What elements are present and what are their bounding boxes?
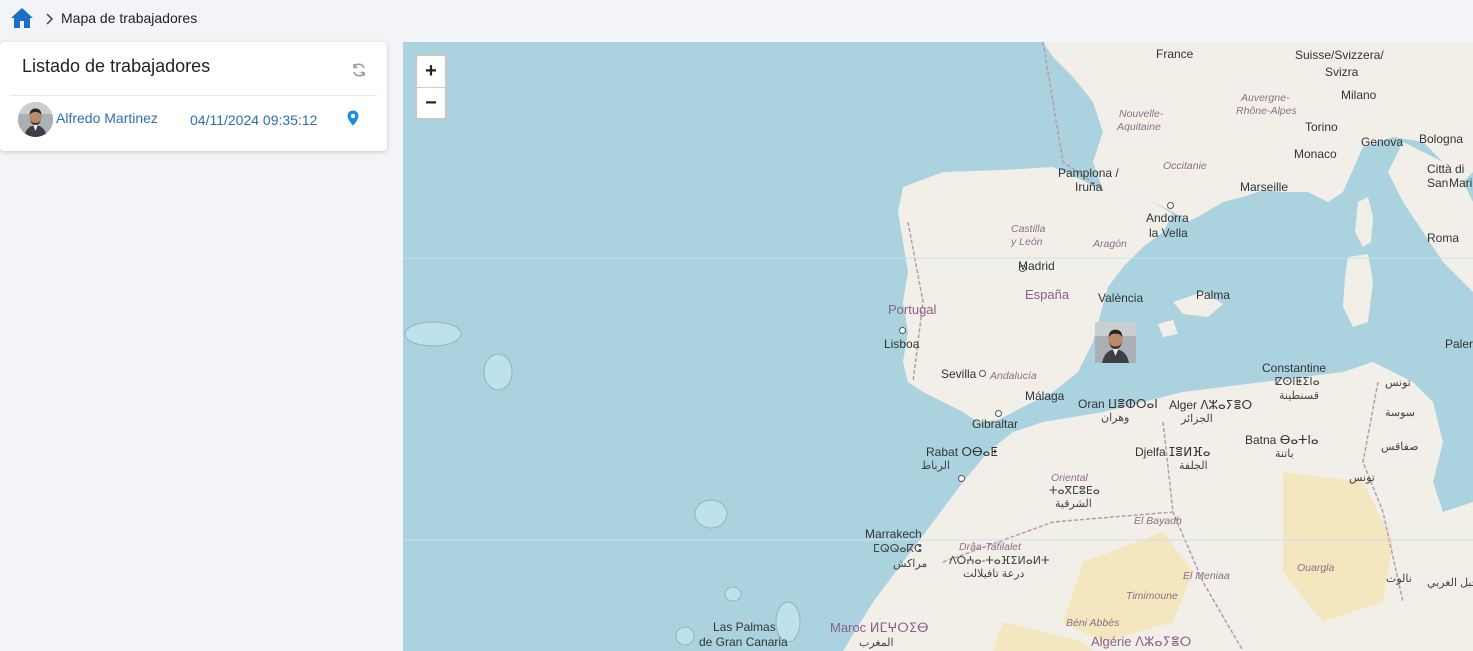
map-label: y León (1011, 236, 1043, 248)
map-label: قسنطينة (1279, 390, 1319, 402)
zoom-in-button[interactable]: + (417, 56, 445, 88)
map-label: San (1427, 176, 1449, 190)
map-label: Auvergne- (1241, 92, 1290, 104)
city-dot (899, 327, 906, 334)
map-label: Palerı (1445, 337, 1473, 351)
worker-name[interactable]: Alfredo Martinez (56, 110, 158, 126)
panel-title: Listado de trabajadores (22, 56, 211, 76)
city-dot (958, 475, 965, 482)
map-label: Oriental (1051, 472, 1088, 484)
map-label: Pamplona / (1058, 166, 1119, 180)
map-label: Palma (1196, 288, 1231, 302)
map-label: الجلفة (1179, 460, 1208, 472)
map-label: ⵜⴰⴳⵎⵓⴹⴰ (1049, 485, 1100, 497)
map-label: الرباط (921, 460, 951, 472)
map-label: Madrid (1018, 259, 1055, 273)
city-dot (995, 410, 1002, 417)
workers-map[interactable]: France Suisse/Svizzera/ Svizra Nouvelle-… (403, 42, 1473, 651)
map-label: El Bayadh (1134, 515, 1182, 527)
map-label: Monaco (1294, 147, 1337, 161)
map-label: Marrakech (865, 527, 922, 541)
map-label: Oran ⵡⴻⵀⵔⴰⵏ (1078, 397, 1158, 411)
list-item[interactable]: Alfredo Martinez 04/11/2024 09:35:12 (18, 102, 368, 138)
map-label: Marino (1449, 176, 1473, 190)
map-label: Rabat ⵔⴱⴰⵟ (926, 445, 998, 459)
map-label: Andalucía (990, 370, 1037, 382)
map-label: المغرب (859, 637, 894, 649)
avatar (18, 102, 53, 137)
city-dot (979, 370, 986, 377)
map-label: Lisboa (884, 337, 920, 351)
map-label: Portugal (888, 302, 937, 317)
map-label: الجزائر (1181, 413, 1213, 425)
map-label: Iruña (1075, 180, 1103, 194)
map-pin-icon[interactable] (347, 110, 359, 126)
map-label: صفاقس (1381, 441, 1419, 453)
home-icon[interactable] (10, 7, 34, 29)
map-label: Castilla (1011, 223, 1046, 235)
breadcrumb: Mapa de trabajadores (10, 5, 197, 31)
map-label: Milano (1341, 88, 1377, 102)
zoom-out-button[interactable]: − (417, 88, 445, 119)
map-label: ⴷⵔⵄⴰ-ⵜⴰⴼⵉⵍⴰⵍⵜ (949, 555, 1050, 567)
map-label: Nouvelle- (1119, 108, 1164, 120)
map-label: Algérie ⴷⵣⴰⵢⴻⵔ (1091, 634, 1192, 649)
map-label: France (1156, 47, 1194, 61)
map-label: Rhône-Alpes (1236, 105, 1297, 117)
map-label: Batna ⴱⴰⵜⵏⴰ (1245, 433, 1319, 447)
map-label: Las Palmas (713, 620, 776, 634)
map-label: Drâa-Tafilalet (959, 541, 1022, 553)
city-dot (1167, 202, 1174, 209)
chevron-right-icon (44, 12, 54, 25)
map-label: Occitanie (1163, 160, 1207, 172)
map-label: Aquitaine (1117, 121, 1161, 133)
map-label: València (1098, 291, 1144, 305)
map-label: Gibraltar (972, 417, 1019, 431)
map-label: Svizra (1325, 65, 1359, 79)
map-label: سوسة (1385, 407, 1416, 419)
map-label: Málaga (1025, 389, 1065, 403)
breadcrumb-current: Mapa de trabajadores (61, 10, 198, 26)
map-label: Bologna (1419, 132, 1464, 146)
map-label: Aragón (1093, 238, 1127, 250)
map-label: مراكش (893, 558, 928, 570)
map-label: de Gran Canaria (699, 635, 788, 649)
refresh-icon[interactable] (351, 62, 367, 78)
map-label: Marseille (1240, 180, 1289, 194)
zoom-control: + − (415, 54, 447, 120)
map-label: Béni Abbès (1066, 617, 1120, 629)
map-label: Constantine (1262, 361, 1327, 375)
map-label: España (1025, 287, 1070, 302)
map-label: Sevilla (941, 367, 977, 381)
map-label: Maroc ⵍⵎⵖⵔⵉⴱ (830, 620, 929, 635)
map-label: Roma (1427, 231, 1460, 245)
map-label: la Vella (1149, 226, 1188, 240)
map-label: تونس (1385, 377, 1411, 389)
map-label: Alger ⴷⵣⴰⵢⴻⵔ (1169, 398, 1253, 412)
map-label: الشرقية (1055, 498, 1092, 510)
worker-map-marker[interactable] (1095, 322, 1136, 363)
worker-timestamp: 04/11/2024 09:35:12 (190, 112, 318, 128)
map-label: باتنة (1275, 448, 1294, 460)
map-label: Torino (1305, 120, 1338, 134)
map-label: تونس (1349, 472, 1375, 484)
map-label: درعة تافيلالت (963, 568, 1025, 580)
map-label: نالوت (1386, 573, 1412, 585)
map-label: الجبل الغربي (1427, 577, 1473, 589)
map-label: وهران (1101, 412, 1130, 424)
map-label: Andorra (1146, 211, 1189, 225)
map-label: Djelfa ⵊⴻⵍⴼⴰ (1135, 445, 1211, 459)
map-label: Genova (1361, 135, 1404, 149)
map-label: Ouargla (1297, 562, 1335, 574)
map-label: El Meniaa (1183, 570, 1230, 582)
map-label: ⵎⵕⵕⴰⴽⵛ (873, 543, 922, 555)
map-label: Timimoune (1126, 590, 1178, 602)
panel-divider (10, 95, 377, 96)
workers-list-panel: Listado de trabajadores Alfredo Martinez… (0, 42, 387, 151)
map-label: Città di (1427, 162, 1465, 176)
map-label: ⵇⵙⵏⵟⵉⵏⴰ (1275, 376, 1320, 388)
map-label: Suisse/Svizzera/ (1295, 48, 1384, 62)
